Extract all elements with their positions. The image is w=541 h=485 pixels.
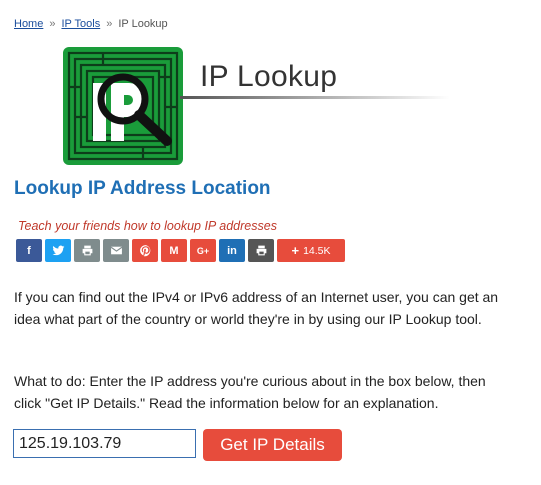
intro-text: If you can find out the IPv4 or IPv6 add… (14, 289, 499, 327)
linkedin-share-button[interactable]: in (219, 239, 245, 262)
breadcrumb: Home » IP Tools » IP Lookup (14, 18, 168, 30)
get-ip-details-button[interactable]: Get IP Details (203, 429, 342, 461)
facebook-share-button[interactable]: f (16, 239, 42, 262)
print-icon (82, 245, 92, 256)
google-plus-share-button[interactable]: G+ (190, 239, 216, 262)
twitter-share-button[interactable] (45, 239, 71, 262)
gmail-icon: M (169, 244, 179, 257)
breadcrumb-current: IP Lookup (118, 18, 168, 30)
printfriendly-button[interactable] (248, 239, 274, 262)
email-icon (110, 246, 122, 255)
google-plus-icon: G+ (196, 245, 210, 256)
printfriendly-icon (256, 245, 266, 256)
page-title: Lookup IP Address Location (14, 178, 271, 199)
share-count: 14.5K (303, 244, 331, 257)
ip-magnifier-maze-icon (63, 47, 183, 165)
title-underline (180, 96, 450, 99)
share-tagline: Teach your friends how to lookup IP addr… (18, 219, 277, 233)
gmail-share-button[interactable]: M (161, 239, 187, 262)
email-share-button[interactable] (103, 239, 129, 262)
facebook-icon: f (27, 244, 31, 257)
breadcrumb-home-link[interactable]: Home (14, 18, 43, 30)
share-count-button[interactable]: + 14.5K (277, 239, 345, 262)
breadcrumb-separator: » (106, 18, 113, 30)
plus-icon: + (291, 243, 300, 258)
pinterest-icon (139, 245, 150, 257)
breadcrumb-separator: » (49, 18, 56, 30)
tool-title: IP Lookup (200, 60, 338, 93)
print-button[interactable] (74, 239, 100, 262)
breadcrumb-ip-tools-link[interactable]: IP Tools (61, 18, 100, 30)
pinterest-share-button[interactable] (132, 239, 158, 262)
twitter-icon (52, 245, 64, 256)
linkedin-icon: in (227, 244, 237, 257)
ip-address-input[interactable] (13, 429, 196, 458)
share-bar: f M G+ in + 14.5K (16, 239, 345, 262)
instructions-text: What to do: Enter the IP address you're … (14, 373, 486, 411)
